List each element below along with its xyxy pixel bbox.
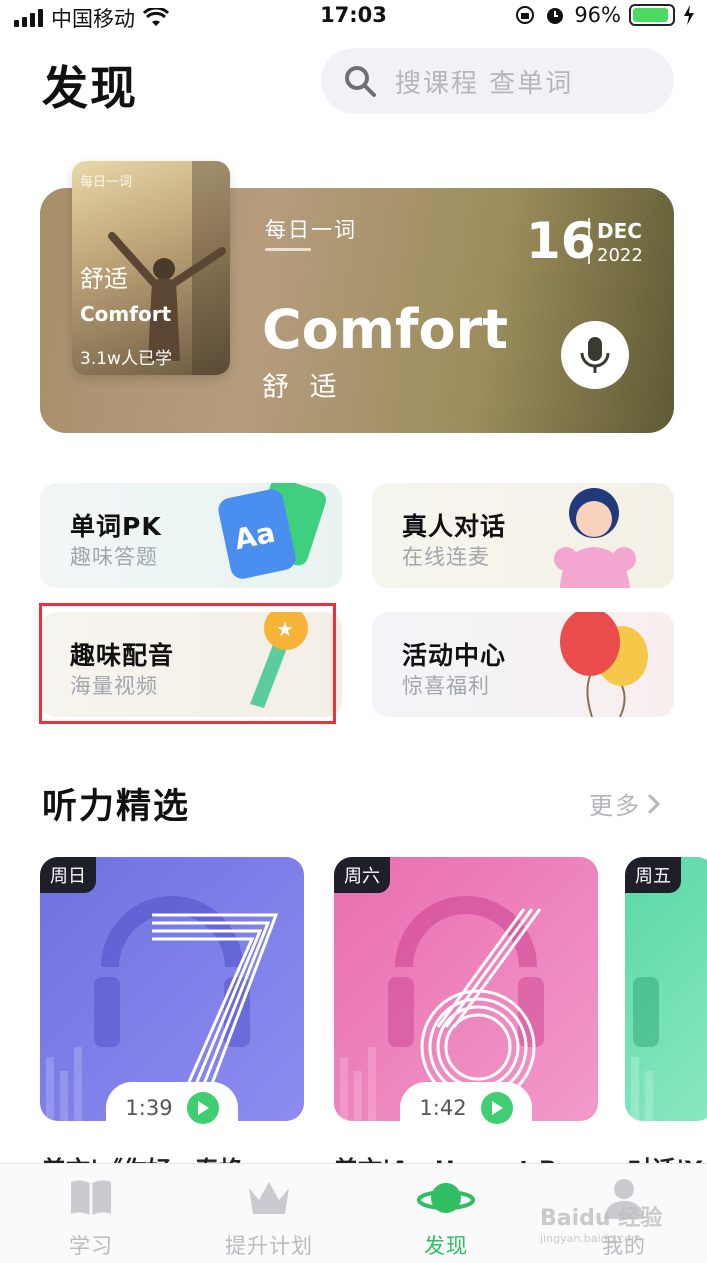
rotation-lock-icon: [516, 6, 535, 24]
day-tag: 周日: [40, 857, 96, 893]
microphone-button[interactable]: [561, 321, 629, 389]
tab-label: 发现: [424, 1234, 468, 1258]
word-english: Comfort: [262, 298, 509, 361]
word-of-day-thumbnail[interactable]: 每日一词 舒适 Comfort 3.1w人已学: [72, 161, 230, 375]
date-month: DEC: [597, 219, 642, 243]
word-cards-icon: Aa: [218, 483, 327, 579]
alarm-icon: [547, 8, 564, 24]
date-divider: [588, 218, 590, 264]
more-link[interactable]: 更多: [589, 786, 661, 821]
dubbing-highlight-box: [39, 603, 336, 724]
banner-underline: [265, 248, 311, 251]
balloons-icon: [560, 612, 648, 717]
play-icon: [480, 1092, 513, 1124]
status-bar: 中国移动 17:03 96%: [0, 0, 707, 34]
play-icon: [186, 1092, 219, 1124]
feature-subtitle: 在线连麦: [402, 545, 490, 569]
duration-label: 1:39: [125, 1096, 173, 1120]
day-tag: 周五: [625, 857, 681, 893]
feature-card-activity-center[interactable]: 活动中心 惊喜福利: [372, 612, 674, 717]
tab-study[interactable]: 学习: [11, 1164, 171, 1263]
book-icon: [71, 1180, 111, 1216]
feature-subtitle: 趣味答题: [70, 545, 158, 569]
section-title-listening: 听力精选: [42, 787, 191, 827]
word-meaning: 舒 适: [262, 372, 343, 403]
thumbnail-learner-count: 3.1w人已学: [80, 349, 172, 369]
charging-icon: [684, 5, 694, 25]
tab-label: 提升计划: [225, 1234, 313, 1258]
tab-label: 学习: [69, 1234, 113, 1258]
more-label: 更多: [589, 792, 641, 820]
tab-discover[interactable]: 发现: [366, 1164, 526, 1263]
date-day: 16: [526, 212, 596, 270]
status-right: 96%: [514, 3, 695, 27]
search-icon: [345, 66, 376, 97]
feature-title: 活动中心: [402, 641, 507, 670]
battery-icon: [629, 4, 675, 26]
thumbnail-word-cn: 舒适: [80, 265, 128, 293]
feature-subtitle: 惊喜福利: [402, 674, 490, 698]
search-input[interactable]: 搜课程 查单词: [321, 48, 674, 114]
feature-title: 单词PK: [70, 512, 162, 541]
baidu-watermark: Baidu 经验 jingyan.baidu.com: [540, 1200, 662, 1245]
battery-percent: 96%: [574, 3, 621, 27]
feature-card-live-conversation[interactable]: 真人对话 在线连麦: [372, 483, 674, 588]
watermark-brand: Baidu 经验: [540, 1206, 663, 1231]
feature-title: 真人对话: [402, 512, 507, 541]
listening-card[interactable]: 周五: [625, 857, 707, 1121]
chevron-right-icon: [648, 794, 661, 813]
crown-icon: [249, 1182, 289, 1214]
play-pill[interactable]: 1:39: [106, 1082, 238, 1134]
planet-icon: [417, 1183, 475, 1213]
watermark-url: jingyan.baidu.com: [540, 1232, 642, 1245]
feature-card-word-pk[interactable]: 单词PK 趣味答题 Aa: [40, 483, 342, 588]
microphone-icon: [580, 337, 610, 373]
search-placeholder: 搜课程 查单词: [395, 68, 574, 99]
page-title: 发现: [42, 61, 138, 115]
headphone-artwork: [631, 977, 659, 1121]
thumbnail-word-en: Comfort: [80, 302, 172, 326]
date-year: 2022: [597, 245, 643, 266]
day-tag: 周六: [334, 857, 390, 893]
play-pill[interactable]: 1:42: [400, 1082, 532, 1134]
duration-label: 1:42: [419, 1096, 467, 1120]
girl-avatar-illustration: [554, 488, 636, 588]
thumbnail-tag: 每日一词: [80, 175, 133, 190]
tab-improvement-plan[interactable]: 提升计划: [189, 1164, 349, 1263]
banner-label: 每日一词: [265, 218, 357, 242]
